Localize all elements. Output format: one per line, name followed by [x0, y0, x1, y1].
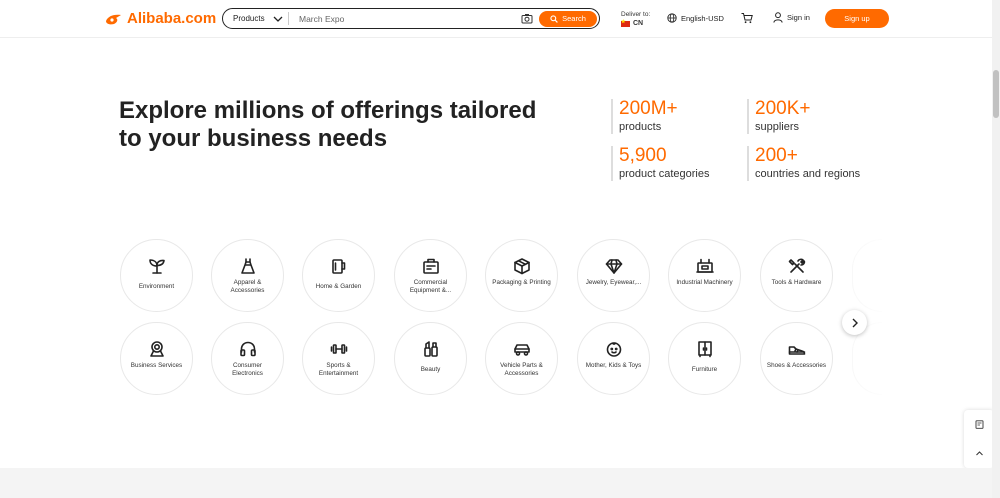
- stat-suppliers: 200K+ suppliers: [747, 99, 810, 134]
- category-furniture[interactable]: Furniture: [668, 322, 741, 395]
- category-tools-hardware[interactable]: Tools & Hardware: [760, 239, 833, 312]
- category-label: Environment: [138, 283, 175, 290]
- scrollbar-thumb[interactable]: [993, 70, 999, 118]
- user-icon: [773, 12, 783, 23]
- stat-label: product categories: [619, 168, 710, 180]
- alibaba-logo[interactable]: Alibaba.com: [104, 10, 216, 27]
- category-label: Consumer Electronics: [232, 362, 263, 377]
- search-button-label: Search: [562, 14, 586, 23]
- box-icon: [513, 258, 530, 275]
- cosmetics-icon: [423, 341, 438, 357]
- back-to-top-button[interactable]: [964, 439, 994, 468]
- category-label: Jewelry, Eyewear,...: [585, 279, 642, 286]
- car-icon: [513, 344, 530, 356]
- page-scrollbar[interactable]: [992, 0, 1000, 498]
- category-label: Apparel & Accessories: [230, 279, 265, 294]
- stat-countries-regions: 200+ countries and regions: [747, 146, 860, 181]
- language-label: English-USD: [681, 13, 724, 23]
- top-header: Alibaba.com Products March Expo Search D…: [0, 0, 992, 38]
- search-category-label: Products: [233, 14, 265, 23]
- category-jewelry-eyewear[interactable]: Jewelry, Eyewear,...: [577, 239, 650, 312]
- stat-number: 200+: [755, 145, 798, 166]
- stat-label: countries and regions: [755, 168, 861, 180]
- side-toolbar: [964, 410, 994, 468]
- category-vehicle-parts[interactable]: Vehicle Parts & Accessories: [485, 322, 558, 395]
- next-section-band: [0, 468, 992, 498]
- alibaba-logo-icon: [106, 14, 121, 24]
- search-bar: Products March Expo Search: [222, 8, 600, 29]
- category-label: Commercial Equipment &...: [409, 279, 452, 294]
- china-flag-icon: [621, 18, 630, 27]
- service-badge-icon: [149, 341, 164, 357]
- chevron-up-icon: [975, 451, 983, 456]
- feedback-button[interactable]: [964, 410, 994, 439]
- deliver-to-selector[interactable]: Deliver to: CN: [621, 10, 650, 28]
- sign-up-button[interactable]: Sign up: [825, 9, 889, 28]
- category-label: Beauty: [420, 366, 441, 373]
- category-sports-entertainment[interactable]: Sports & Entertainment: [302, 322, 375, 395]
- category-shoes-accessories[interactable]: Shoes & Accessories: [760, 322, 833, 395]
- category-packaging-printing[interactable]: Packaging & Printing: [485, 239, 558, 312]
- deliver-country: CN: [633, 20, 644, 27]
- category-industrial-machinery[interactable]: Industrial Machinery: [668, 239, 741, 312]
- category-mother-kids-toys[interactable]: Mother, Kids & Toys: [577, 322, 650, 395]
- mug-icon: [331, 259, 345, 274]
- chevron-down-icon: [273, 16, 283, 22]
- logo-text: Alibaba.com: [127, 10, 217, 27]
- stat-product-categories: 5,900 product categories: [611, 146, 710, 181]
- shoe-icon: [788, 346, 805, 355]
- stat-number: 5,900: [619, 145, 667, 166]
- stat-number: 200K+: [755, 98, 811, 119]
- cart-icon[interactable]: [741, 12, 753, 24]
- category-apparel-accessories[interactable]: Apparel & Accessories: [211, 239, 284, 312]
- category-label: Tools & Hardware: [771, 279, 822, 286]
- hero-title: Explore millions of offerings tailored t…: [119, 97, 537, 152]
- carousel-next-button[interactable]: [842, 310, 867, 335]
- search-button[interactable]: Search: [539, 10, 597, 27]
- category-label: Vehicle Parts & Accessories: [500, 362, 543, 377]
- sign-in-label: Sign in: [787, 13, 810, 22]
- search-icon: [550, 14, 558, 23]
- category-label: Home & Garden: [315, 283, 362, 290]
- stat-label: suppliers: [755, 121, 800, 133]
- category-business-services[interactable]: Business Services: [120, 322, 193, 395]
- category-label: Industrial Machinery: [676, 279, 733, 286]
- category-label: Business Services: [130, 362, 183, 369]
- dress-icon: [240, 258, 255, 274]
- camera-icon[interactable]: [521, 13, 533, 24]
- diamond-icon: [605, 259, 622, 274]
- category-label: Mother, Kids & Toys: [585, 362, 642, 369]
- chevron-right-icon: [852, 318, 858, 327]
- stat-label: products: [619, 121, 662, 133]
- category-label: Shoes & Accessories: [766, 362, 827, 369]
- dumbbell-icon: [330, 344, 347, 354]
- feedback-icon: [975, 420, 983, 429]
- globe-icon: [667, 13, 677, 23]
- category-home-garden[interactable]: Home & Garden: [302, 239, 375, 312]
- search-category-select[interactable]: Products: [223, 12, 289, 25]
- seedling-icon: [148, 259, 165, 274]
- category-environment[interactable]: Environment: [120, 239, 193, 312]
- category-label: Packaging & Printing: [492, 279, 551, 286]
- stat-products: 200M+ products: [611, 99, 678, 134]
- tools-icon: [788, 258, 805, 273]
- category-beauty[interactable]: Beauty: [394, 322, 467, 395]
- search-input[interactable]: March Expo: [299, 14, 521, 24]
- language-currency-selector[interactable]: English-USD: [667, 13, 724, 23]
- category-consumer-electronics[interactable]: Consumer Electronics: [211, 322, 284, 395]
- baby-face-icon: [606, 342, 621, 357]
- headphones-icon: [239, 341, 256, 357]
- stat-number: 200M+: [619, 98, 678, 119]
- wardrobe-icon: [697, 341, 712, 358]
- category-label: Furniture: [691, 366, 718, 373]
- sign-in-link[interactable]: Sign in: [773, 12, 810, 23]
- cash-register-icon: [422, 258, 439, 274]
- machine-icon: [695, 258, 714, 273]
- category-commercial-equipment[interactable]: Commercial Equipment &...: [394, 239, 467, 312]
- category-label: Sports & Entertainment: [318, 362, 359, 377]
